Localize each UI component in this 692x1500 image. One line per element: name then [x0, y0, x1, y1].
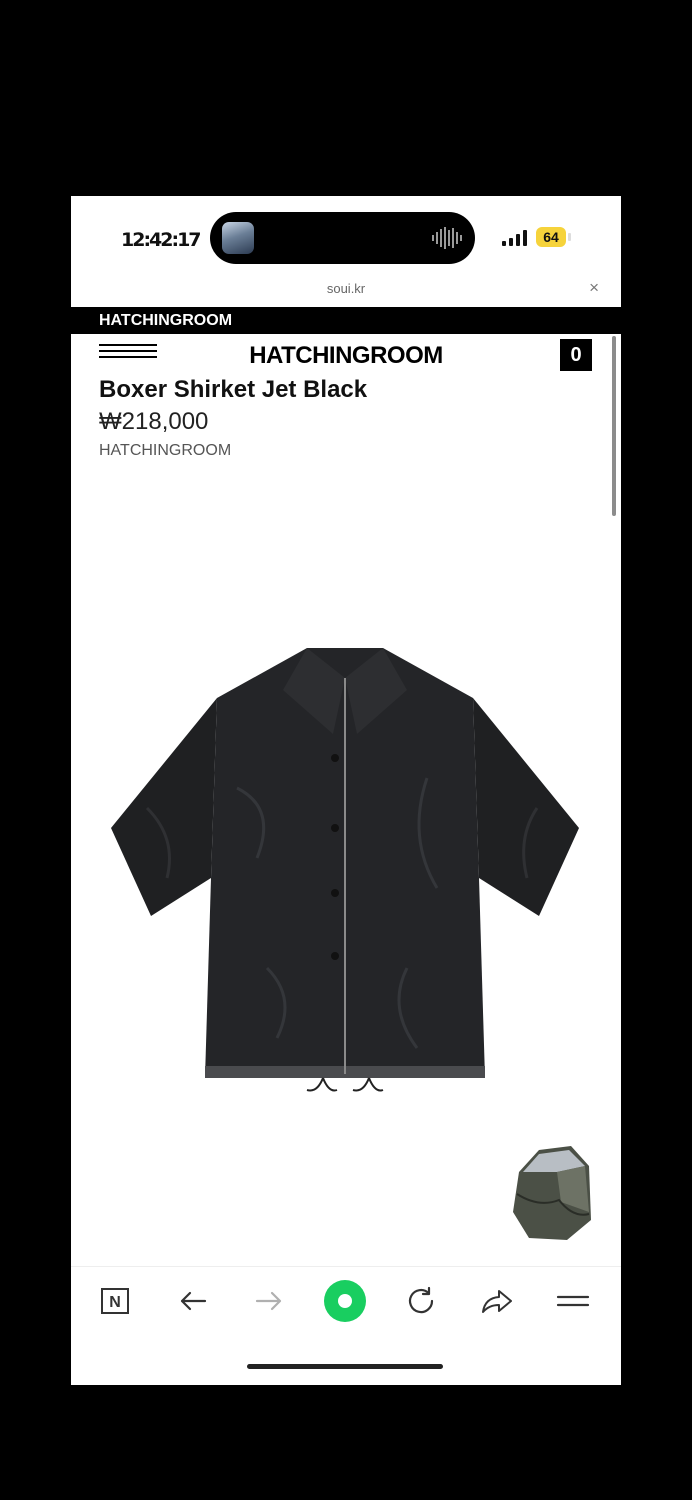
- close-icon[interactable]: ×: [589, 278, 599, 298]
- product-image[interactable]: [107, 638, 583, 1098]
- forward-icon[interactable]: [251, 1283, 287, 1319]
- top-strip-label: HATCHINGROOM: [99, 312, 233, 329]
- cart-count-button[interactable]: 0: [560, 339, 592, 371]
- browser-toolbar: N: [71, 1266, 621, 1339]
- floating-rock-icon[interactable]: [509, 1142, 595, 1246]
- site-logo[interactable]: HATCHINGROOM: [71, 342, 621, 370]
- battery-tip: [568, 233, 571, 241]
- naver-icon[interactable]: N: [101, 1288, 129, 1314]
- audio-wave-icon: [432, 227, 462, 249]
- cellular-signal-icon: [502, 230, 527, 246]
- product-brand[interactable]: HATCHINGROOM: [99, 442, 231, 460]
- scrollbar[interactable]: [612, 336, 616, 516]
- phone-screen: 12:42:17 64 soui.kr × HATCHINGROOM HATCH…: [71, 196, 621, 1385]
- product-title: Boxer Shirket Jet Black: [99, 376, 368, 403]
- product-price: ₩218,000: [99, 408, 209, 435]
- share-icon[interactable]: [479, 1283, 515, 1319]
- reload-icon[interactable]: [403, 1283, 439, 1319]
- url-text[interactable]: soui.kr: [71, 281, 621, 296]
- menu-icon[interactable]: [555, 1283, 591, 1319]
- back-icon[interactable]: [175, 1283, 211, 1319]
- now-playing-thumbnail: [222, 222, 254, 254]
- url-bar[interactable]: soui.kr ×: [71, 268, 621, 306]
- dynamic-island[interactable]: [210, 212, 475, 264]
- home-indicator[interactable]: [247, 1364, 443, 1369]
- status-time: 12:42:17: [121, 229, 202, 251]
- site-top-strip: HATCHINGROOM: [71, 307, 621, 334]
- home-icon[interactable]: [323, 1279, 367, 1323]
- battery-indicator: 64: [536, 227, 566, 247]
